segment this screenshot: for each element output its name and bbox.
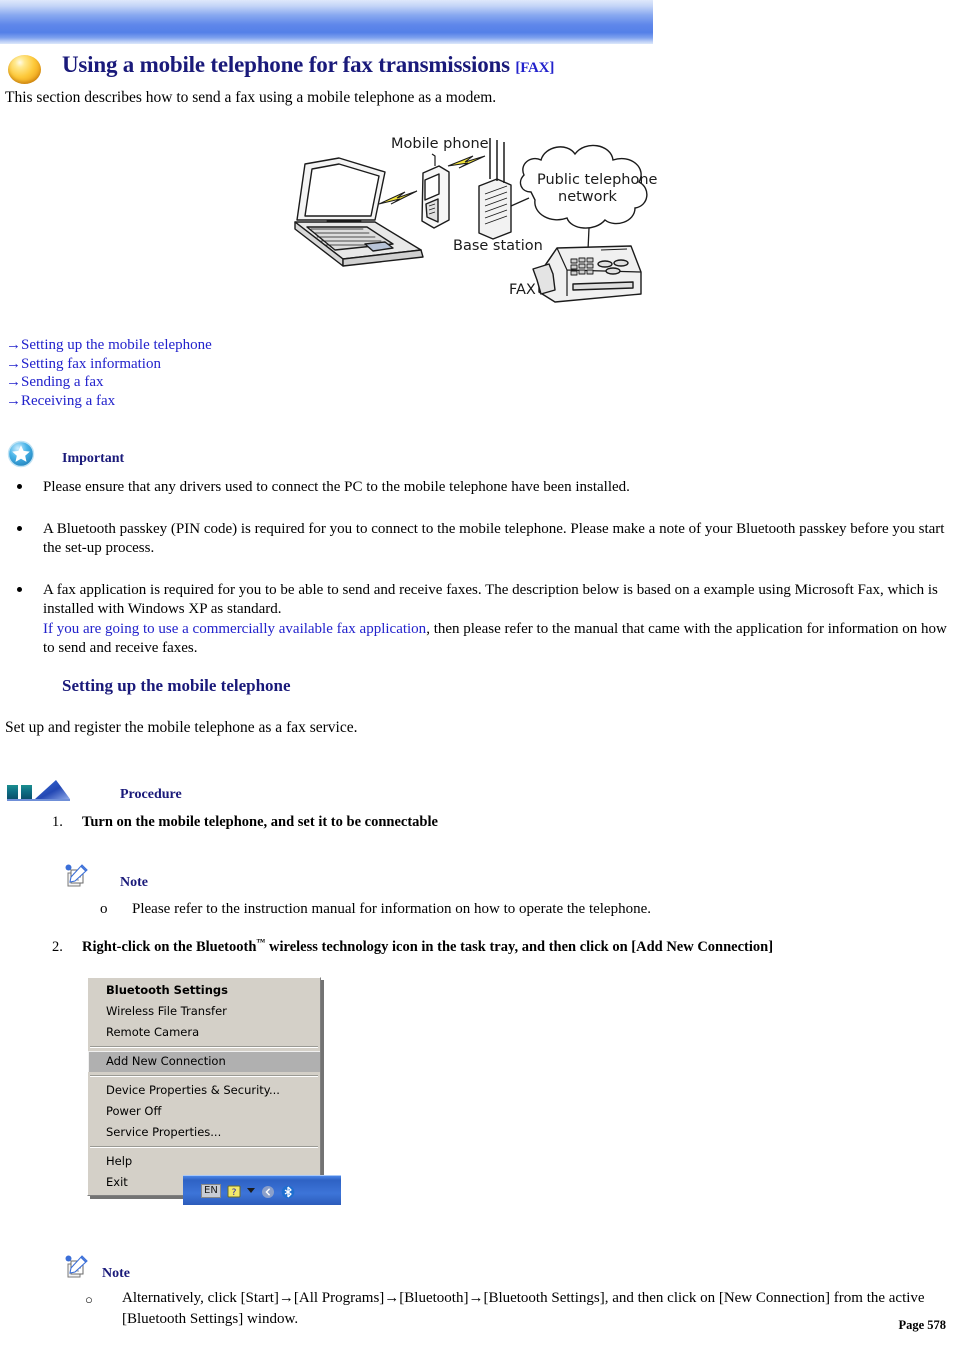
gold-orb-icon [8,55,41,84]
diagram-label-network-line2: network [558,189,617,205]
list-item[interactable]: →Setting up the mobile telephone [6,336,426,355]
network-diagram: Mobile phone Base station Public telepho… [283,128,675,314]
link-receiving-a-fax[interactable]: Receiving a fax [21,393,115,409]
list-item[interactable]: →Setting fax information [6,355,426,374]
link-sending-a-fax[interactable]: Sending a fax [21,374,103,390]
step-text-post: wireless technology icon in the task tra… [265,938,774,955]
menu-item-bluetooth-settings[interactable]: Bluetooth Settings [88,980,320,1001]
blue-triangle-procedure-icon [6,778,74,802]
arrow-right-icon: → [6,355,21,372]
bullet-dot-icon [17,586,22,592]
chevron-down-icon[interactable] [246,1188,255,1193]
note-marker-icon: ○ [85,1292,93,1307]
menu-separator [90,1146,318,1148]
menu-item-service-properties[interactable]: Service Properties... [88,1122,320,1143]
help-balloon-icon[interactable]: ? [227,1184,241,1198]
page-title-text: Using a mobile telephone for fax transmi… [62,52,510,77]
bluetooth-icon[interactable] [281,1184,295,1198]
link-setting-up-mobile-telephone[interactable]: Setting up the mobile telephone [21,337,212,353]
link-commercial-fax-application[interactable]: If you are going to use a commercially a… [43,621,426,637]
list-item[interactable]: →Sending a fax [6,373,426,392]
important-bullet-3-pre: A fax application is required for you to… [43,581,938,618]
title-row: Using a mobile telephone for fax transmi… [0,52,940,88]
svg-text:?: ? [231,1188,236,1198]
list-item: A Bluetooth passkey (PIN code) is requir… [5,520,949,559]
menu-separator [90,1046,318,1048]
important-bullet-list: Please ensure that any drivers used to c… [5,478,949,681]
diagram-label-fax: FAX [509,282,536,298]
page-title-fax-tag: [FAX] [515,60,555,76]
note-pencil-icon [62,1253,90,1281]
section-heading: Setting up the mobile telephone [62,676,291,695]
link-setting-fax-information[interactable]: Setting fax information [21,356,161,372]
section-link-list: →Setting up the mobile telephone →Settin… [6,336,426,410]
step-number: 2. [52,938,63,955]
note-top-text: Please refer to the instruction manual f… [132,901,652,917]
procedure-label: Procedure [120,787,182,802]
step-number: 1. [52,814,63,830]
diagram-label-mobile-phone: Mobile phone [391,136,489,152]
menu-separator [90,1075,318,1077]
page-header-banner [0,0,653,44]
note-pencil-icon [62,862,90,890]
note-body-top: o Please refer to the instruction manual … [100,901,651,918]
diagram-label-base-station: Base station [453,238,543,254]
bluetooth-context-menu-screenshot: Bluetooth Settings Wireless File Transfe… [87,977,341,1222]
menu-item-remote-camera[interactable]: Remote Camera [88,1022,320,1043]
important-bullet-1: Please ensure that any drivers used to c… [43,479,630,495]
note-marker-icon: o [100,901,108,917]
page-title: Using a mobile telephone for fax transmi… [62,52,554,78]
important-label: Important [62,451,125,466]
menu-item-help[interactable]: Help [88,1151,320,1172]
menu-item-device-properties-security[interactable]: Device Properties & Security... [88,1080,320,1101]
note-label-bottom: Note [102,1266,130,1281]
step-text-pre: Right-click on the Bluetooth [82,938,257,955]
blue-star-badge-icon [7,440,35,468]
note-bottom-text: Alternatively, click [Start]→[All Progra… [122,1290,925,1327]
windows-taskbar-tray: EN ? [183,1175,341,1205]
lead-paragraph: This section describes how to send a fax… [5,89,497,106]
menu-item-add-new-connection[interactable]: Add New Connection [88,1051,320,1072]
section-intro: Set up and register the mobile telephone… [5,719,358,736]
diagram-label-network-line1: Public telephone [537,172,658,188]
list-item[interactable]: →Receiving a fax [6,392,426,411]
procedure-step-1: 1. Turn on the mobile telephone, and set … [52,814,438,831]
menu-item-wireless-file-transfer[interactable]: Wireless File Transfer [88,1001,320,1022]
language-indicator[interactable]: EN [201,1183,221,1198]
bluetooth-context-menu: Bluetooth Settings Wireless File Transfe… [87,977,321,1196]
arrow-right-icon: → [6,374,21,391]
note-body-bottom: ○ Alternatively, click [Start]→[All Prog… [85,1288,945,1330]
list-item: Please ensure that any drivers used to c… [5,478,949,498]
note-label-top: Note [120,875,148,890]
important-bullet-2: A Bluetooth passkey (PIN code) is requir… [43,520,945,557]
step-text: Turn on the mobile telephone, and set it… [82,814,438,830]
hide-icons-icon[interactable] [261,1184,275,1198]
bullet-dot-icon [17,484,22,489]
bullet-dot-icon [17,525,22,531]
page-number: Page 578 [898,1318,946,1332]
menu-item-power-off[interactable]: Power Off [88,1101,320,1122]
arrow-right-icon: → [6,337,21,353]
list-item: A fax application is required for you to… [5,581,949,659]
procedure-step-2: 2. Right-click on the Bluetooth™ wireless… [52,937,773,956]
arrow-right-icon: → [6,392,21,409]
